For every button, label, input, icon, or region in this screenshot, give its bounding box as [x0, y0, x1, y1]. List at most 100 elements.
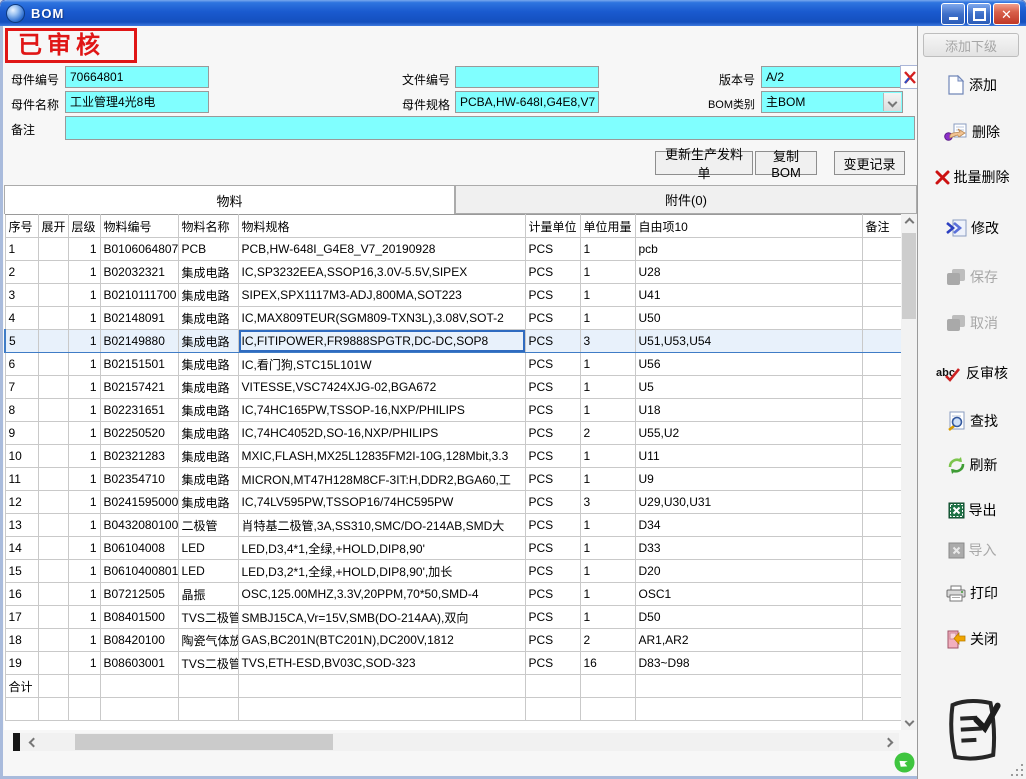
cell[interactable]: 16 [580, 652, 635, 675]
cell[interactable]: 15 [5, 560, 38, 583]
cell[interactable]: 9 [5, 422, 38, 445]
cell[interactable] [38, 353, 68, 376]
column-header[interactable]: 层级 [68, 215, 100, 238]
cell[interactable]: 1 [68, 468, 100, 491]
cell[interactable]: 1 [68, 537, 100, 560]
column-header[interactable]: 备注 [862, 215, 902, 238]
doc-code-field[interactable] [455, 66, 599, 88]
cell[interactable]: 13 [5, 514, 38, 537]
cell[interactable]: AR1,AR2 [635, 629, 862, 652]
cell[interactable]: U55,U2 [635, 422, 862, 445]
cell[interactable]: OSC,125.00MHZ,3.3V,20PPM,70*50,SMD-4 [238, 583, 525, 606]
cell[interactable]: LED,D3,4*1,全绿,+HOLD,DIP8,90' [238, 537, 525, 560]
cell[interactable] [862, 422, 902, 445]
cell[interactable]: PCS [525, 330, 580, 353]
cell[interactable] [38, 238, 68, 261]
cell[interactable] [862, 399, 902, 422]
cell[interactable]: 16 [5, 583, 38, 606]
column-header[interactable]: 展开 [38, 215, 68, 238]
column-header[interactable]: 序号 [5, 215, 38, 238]
cell[interactable]: IC,看门狗,STC15L101W [238, 353, 525, 376]
cell[interactable]: 1 [68, 284, 100, 307]
cell[interactable]: 1 [68, 422, 100, 445]
parent-name-field[interactable]: 工业管理4光8电 [65, 91, 209, 113]
cell[interactable]: TVS二极管 [178, 606, 238, 629]
cell[interactable]: PCS [525, 560, 580, 583]
column-header[interactable]: 物料编号 [100, 215, 178, 238]
tab-materials[interactable]: 物料 [4, 185, 455, 214]
cell[interactable]: B02321283 [100, 445, 178, 468]
scroll-right-button[interactable] [877, 733, 899, 751]
cell[interactable]: 晶振 [178, 583, 238, 606]
cell[interactable] [862, 606, 902, 629]
cell[interactable]: PCS [525, 261, 580, 284]
cell[interactable]: B08420100 [100, 629, 178, 652]
close-button[interactable]: ✕ [993, 3, 1020, 25]
cell[interactable] [38, 399, 68, 422]
cell[interactable]: 集成电路 [178, 376, 238, 399]
cell[interactable]: B0106064807 [100, 238, 178, 261]
cell[interactable]: 集成电路 [178, 330, 238, 353]
cell[interactable]: U5 [635, 376, 862, 399]
table-row[interactable]: 121B0241595000集成电路IC,74LV595PW,TSSOP16/7… [5, 491, 902, 514]
cell[interactable]: B02148091 [100, 307, 178, 330]
cell[interactable]: pcb [635, 238, 862, 261]
cell[interactable]: 2 [580, 629, 635, 652]
cell[interactable]: IC,FITIPOWER,FR9888SPGTR,DC-DC,SOP8 [238, 330, 525, 353]
cell[interactable]: 集成电路 [178, 445, 238, 468]
cell[interactable]: LED [178, 560, 238, 583]
cell[interactable]: U9 [635, 468, 862, 491]
cell[interactable] [862, 583, 902, 606]
table-row[interactable]: 101B02321283集成电路MXIC,FLASH,MX25L12835FM2… [5, 445, 902, 468]
delete-button[interactable]: 删除 [918, 119, 1026, 145]
table-row[interactable]: 141B06104008LEDLED,D3,4*1,全绿,+HOLD,DIP8,… [5, 537, 902, 560]
table-row[interactable]: 31B0210111700集成电路SIPEX,SPX1117M3-ADJ,800… [5, 284, 902, 307]
cell[interactable]: U29,U30,U31 [635, 491, 862, 514]
cell[interactable] [862, 560, 902, 583]
cell[interactable]: D33 [635, 537, 862, 560]
cell[interactable] [38, 537, 68, 560]
table-row[interactable]: 41B02148091集成电路IC,MAX809TEUR(SGM809-TXN3… [5, 307, 902, 330]
cell[interactable]: 2 [5, 261, 38, 284]
cell[interactable]: 1 [68, 629, 100, 652]
cell[interactable]: 1 [68, 330, 100, 353]
cell[interactable]: IC,74HC4052D,SO-16,NXP/PHILIPS [238, 422, 525, 445]
cell[interactable]: B08401500 [100, 606, 178, 629]
cell[interactable] [38, 491, 68, 514]
cell[interactable] [38, 514, 68, 537]
cell[interactable]: 1 [580, 284, 635, 307]
cell[interactable]: 1 [580, 353, 635, 376]
cell[interactable] [862, 353, 902, 376]
cell[interactable] [38, 307, 68, 330]
cell[interactable] [862, 629, 902, 652]
cell[interactable] [862, 445, 902, 468]
cell[interactable]: PCS [525, 606, 580, 629]
cell[interactable]: PCS [525, 445, 580, 468]
cell[interactable] [38, 284, 68, 307]
update-production-issue-button[interactable]: 更新生产发料单 [655, 151, 753, 175]
column-header[interactable]: 物料名称 [178, 215, 238, 238]
cell[interactable]: B02149880 [100, 330, 178, 353]
cell[interactable]: 2 [580, 422, 635, 445]
cell[interactable]: 1 [580, 445, 635, 468]
table-row[interactable]: 181B08420100陶瓷气体放电管GAS,BC201N(BTC201N),D… [5, 629, 902, 652]
cell[interactable]: PCS [525, 399, 580, 422]
cell[interactable] [862, 330, 902, 353]
column-header[interactable]: 计量单位 [525, 215, 580, 238]
unapprove-button[interactable]: abc 反审核 [918, 360, 1026, 386]
cell[interactable]: PCS [525, 353, 580, 376]
cell[interactable]: IC,74HC165PW,TSSOP-16,NXP/PHILIPS [238, 399, 525, 422]
table-row[interactable]: 91B02250520集成电路IC,74HC4052D,SO-16,NXP/PH… [5, 422, 902, 445]
parent-spec-field[interactable]: PCBA,HW-648I,G4E8,V7 [455, 91, 599, 113]
cell[interactable]: 1 [580, 560, 635, 583]
cell[interactable]: B02032321 [100, 261, 178, 284]
add-child-button[interactable]: 添加下级 [923, 33, 1019, 57]
cell[interactable]: PCS [525, 284, 580, 307]
cell[interactable]: PCS [525, 307, 580, 330]
cell[interactable]: 集成电路 [178, 422, 238, 445]
cell[interactable]: PCS [525, 583, 580, 606]
cell[interactable]: D50 [635, 606, 862, 629]
cell[interactable]: B08603001 [100, 652, 178, 675]
minimize-button[interactable] [941, 3, 965, 25]
cell[interactable]: 集成电路 [178, 491, 238, 514]
